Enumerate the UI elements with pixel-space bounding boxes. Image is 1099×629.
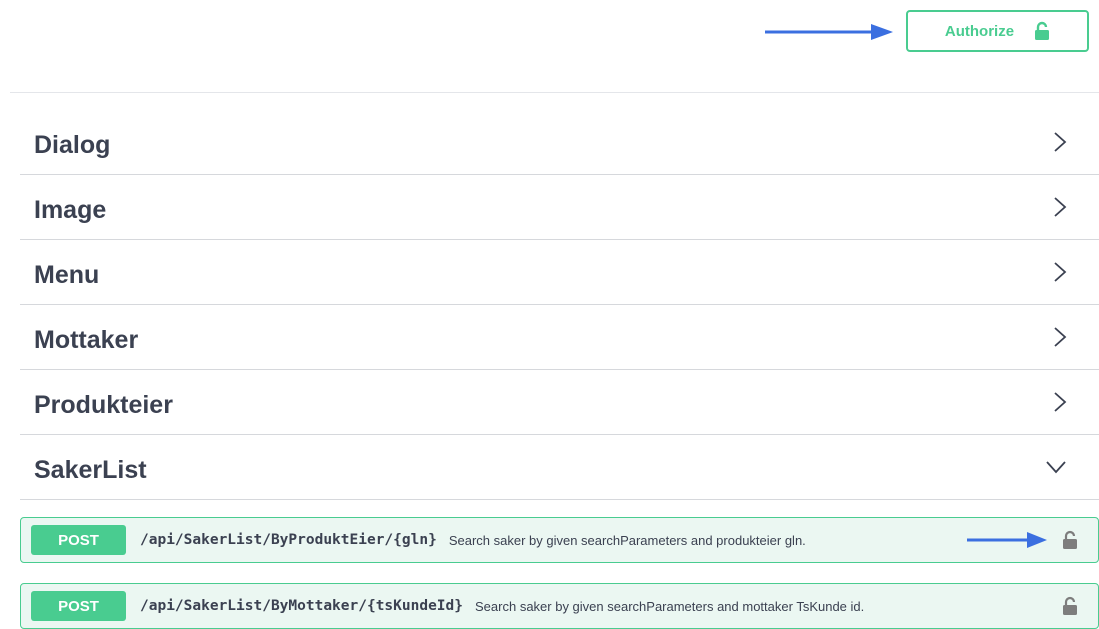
operation-row[interactable]: POST /api/SakerList/ByMottaker/{tsKundeI… [20,583,1099,629]
tag-mottaker[interactable]: Mottaker [20,305,1099,370]
tag-title: Menu [34,260,100,289]
lock-icon[interactable] [1062,596,1078,616]
authorize-button[interactable]: Authorize [906,10,1089,52]
lock-icon [1035,21,1050,40]
tag-menu[interactable]: Menu [20,240,1099,305]
operation-summary: Search saker by given searchParameters a… [448,532,806,548]
operation-row[interactable]: POST /api/SakerList/ByProduktEier/{gln} … [20,517,1099,563]
annotation-arrow-icon [967,532,1047,548]
chevron-right-icon [1054,262,1067,282]
operation-path: /api/SakerList/ByProduktEier/{gln} [140,532,437,548]
chevron-right-icon [1054,327,1067,347]
tag-title: Dialog [34,130,111,159]
authorize-wrapper: Authorize [906,10,1089,52]
tag-dialog[interactable]: Dialog [20,110,1099,175]
tag-list: Dialog Image Menu Mottaker Produkteier S… [20,110,1099,500]
tag-image[interactable]: Image [20,175,1099,240]
chevron-right-icon [1054,392,1067,412]
tag-title: SakerList [34,455,147,484]
method-badge: POST [31,525,126,555]
lock-icon[interactable] [1062,530,1078,550]
authorize-label: Authorize [944,22,1015,40]
chevron-right-icon [1054,197,1067,217]
tag-sakerlist[interactable]: SakerList [20,435,1099,500]
tag-title: Produkteier [34,390,173,419]
tag-produkteier[interactable]: Produkteier [20,370,1099,435]
operation-path: /api/SakerList/ByMottaker/{tsKundeId} [140,598,464,614]
tag-title: Image [34,195,107,224]
chevron-down-icon [1046,461,1066,474]
chevron-right-icon [1054,132,1067,152]
operation-summary: Search saker by given searchParameters a… [475,598,865,614]
tag-title: Mottaker [34,325,139,354]
method-badge: POST [31,591,126,621]
annotation-arrow-icon [765,24,893,40]
header-divider [10,92,1099,93]
